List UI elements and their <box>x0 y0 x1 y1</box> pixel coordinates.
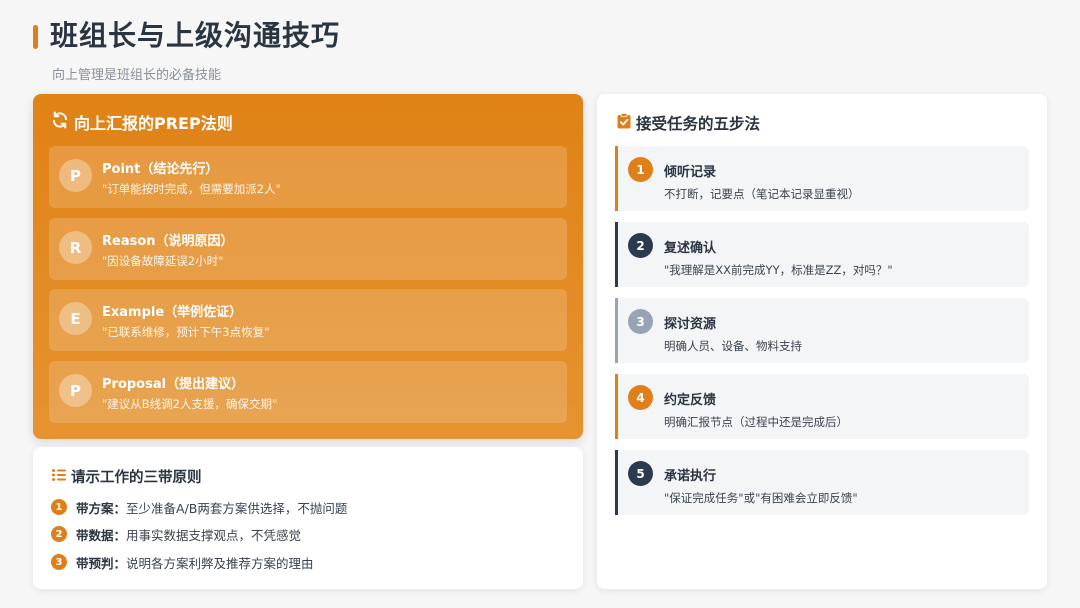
five-steps-card: 接受任务的五步法 1 倾听记录 不打断，记要点（笔记本记录显重视） 2 复述确认… <box>597 94 1047 589</box>
prep-heading: 向上汇报的PREP法则 <box>51 110 233 134</box>
step-number: 5 <box>628 461 653 486</box>
step-item: 3 探讨资源 明确人员、设备、物料支持 <box>615 298 1029 363</box>
band-item: 3 带预判： 说明各方案利弊及推荐方案的理由 <box>51 553 314 571</box>
band-item-text: 至少准备A/B两套方案供选择，不抛问题 <box>126 500 348 516</box>
step-title: 复述确认 <box>664 241 717 256</box>
prep-badge: P <box>59 374 92 407</box>
step-item: 1 倾听记录 不打断，记要点（笔记本记录显重视） <box>615 146 1029 211</box>
step-title: 倾听记录 <box>664 165 717 180</box>
step-title: 承诺执行 <box>664 469 717 484</box>
prep-card: 向上汇报的PREP法则 P Point（结论先行） "订单能按时完成，但需要加派… <box>33 94 583 439</box>
prep-item-name: Example（举例佐证） <box>102 305 243 320</box>
band-heading: 请示工作的三带原则 <box>51 466 202 487</box>
band-item: 2 带数据： 用事实数据支撑观点，不凭感觉 <box>51 525 301 543</box>
prep-heading-text: 向上汇报的PREP法则 <box>74 114 233 133</box>
prep-badge: E <box>59 302 92 335</box>
prep-item-desc: "建议从B线调2人支援，确保交期" <box>102 397 278 411</box>
step-title: 约定反馈 <box>664 393 717 408</box>
step-desc: 不打断，记要点（笔记本记录显重视） <box>664 187 860 201</box>
step-item: 2 复述确认 "我理解是XX前完成YY，标准是ZZ，对吗？" <box>615 222 1029 287</box>
prep-item-point: P Point（结论先行） "订单能按时完成，但需要加派2人" <box>49 146 567 208</box>
step-item: 4 约定反馈 明确汇报节点（过程中还是完成后） <box>615 374 1029 439</box>
step-number: 2 <box>628 233 653 258</box>
step-number: 1 <box>628 157 653 182</box>
clipboard-check-icon <box>617 113 631 133</box>
band-item-text: 用事实数据支撑观点，不凭感觉 <box>126 527 302 543</box>
prep-badge: R <box>59 231 92 264</box>
number-badge: 3 <box>51 554 67 570</box>
step-item: 5 承诺执行 "保证完成任务"或"有困难会立即反馈" <box>615 450 1029 515</box>
refresh-icon <box>51 111 69 133</box>
three-band-card: 请示工作的三带原则 1 带方案： 至少准备A/B两套方案供选择，不抛问题 2 带… <box>33 447 583 589</box>
band-item-key: 带方案： <box>76 500 127 516</box>
steps-heading: 接受任务的五步法 <box>617 112 760 134</box>
prep-item-desc: "订单能按时完成，但需要加派2人" <box>102 182 281 196</box>
number-badge: 1 <box>51 499 67 515</box>
page-title: 班组长与上级沟通技巧 <box>50 19 341 52</box>
prep-badge: P <box>59 159 92 192</box>
band-item-key: 带数据： <box>76 527 127 543</box>
prep-item-name: Point（结论先行） <box>102 162 219 177</box>
step-number: 4 <box>628 385 653 410</box>
step-number: 3 <box>628 309 653 334</box>
prep-item-name: Reason（说明原因） <box>102 234 234 249</box>
step-desc: "我理解是XX前完成YY，标准是ZZ，对吗？" <box>664 263 893 277</box>
step-title: 探讨资源 <box>664 317 717 332</box>
prep-item-example: E Example（举例佐证） "已联系维修，预计下午3点恢复" <box>49 289 567 351</box>
prep-item-desc: "已联系维修，预计下午3点恢复" <box>102 325 270 339</box>
step-desc: 明确汇报节点（过程中还是完成后） <box>664 415 848 429</box>
step-desc: 明确人员、设备、物料支持 <box>664 339 802 353</box>
list-icon <box>51 467 67 487</box>
prep-item-proposal: P Proposal（提出建议） "建议从B线调2人支援，确保交期" <box>49 361 567 423</box>
title-accent-bar <box>33 25 38 49</box>
band-item-key: 带预判： <box>76 555 127 571</box>
step-desc: "保证完成任务"或"有困难会立即反馈" <box>664 491 858 505</box>
page-subtitle: 向上管理是班组长的必备技能 <box>52 68 222 83</box>
number-badge: 2 <box>51 526 67 542</box>
band-item: 1 带方案： 至少准备A/B两套方案供选择，不抛问题 <box>51 498 347 516</box>
prep-item-desc: "因设备故障延误2小时" <box>102 254 224 268</box>
band-item-text: 说明各方案利弊及推荐方案的理由 <box>126 555 314 571</box>
prep-item-reason: R Reason（说明原因） "因设备故障延误2小时" <box>49 218 567 280</box>
prep-item-name: Proposal（提出建议） <box>102 377 245 392</box>
band-heading-text: 请示工作的三带原则 <box>71 470 202 486</box>
steps-heading-text: 接受任务的五步法 <box>636 115 761 133</box>
